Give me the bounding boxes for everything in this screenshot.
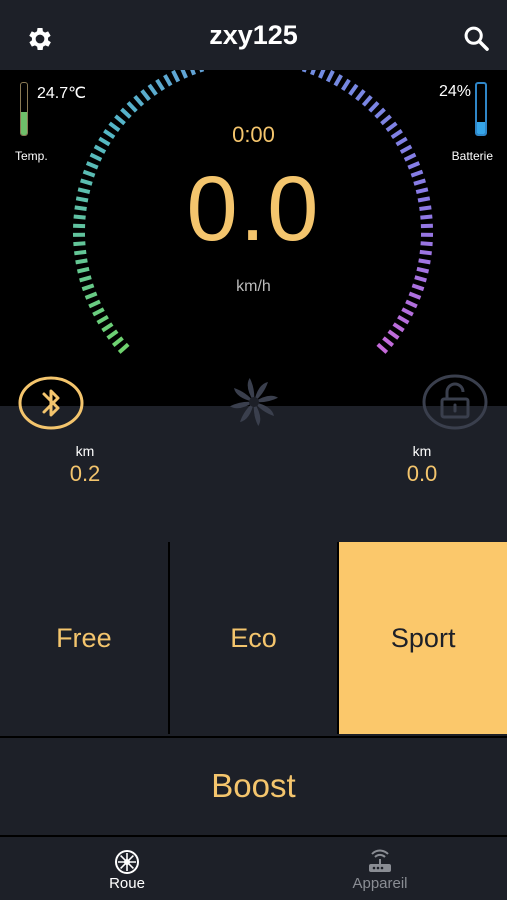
bluetooth-icon[interactable] [18,375,84,431]
gauge-tick [392,322,405,333]
bottom-navigation: Roue Appareil [0,835,507,900]
gauge-tick [106,329,119,340]
search-icon[interactable] [462,24,490,52]
gauge-tick [101,322,114,333]
battery-label: Batterie [451,149,493,163]
gauge-tick [133,94,145,107]
battery-bar [475,82,487,136]
gauge-tick [76,266,90,274]
gauge-tick [199,70,205,73]
gauge-tick [405,299,418,309]
gauge-tick [120,107,132,119]
app-header: zxy125 [0,0,507,70]
temperature-bar [20,82,28,136]
gauge-tick [126,101,138,113]
gauge-tick [403,152,417,162]
gauge-tick [416,266,430,274]
gauge-tick [163,74,173,87]
speed-unit: km/h [236,278,271,295]
gauge-tick [111,336,124,347]
battery-value: 24% [438,83,471,100]
page-title: zxy125 [209,20,298,50]
speed-dashboard: 0:00 0.0 km/h [0,70,507,406]
gauge-tick [361,94,373,107]
gauge-tick [75,258,88,265]
gauge-tick [333,74,343,87]
speed-value: 0.0 [186,158,321,260]
router-icon [369,849,391,872]
gauge-tick [96,314,109,325]
gauge-tick [348,83,359,96]
trip-right-value: 0.0 [406,461,438,486]
gauge-tick [368,101,380,113]
gauge-tick [117,342,130,354]
gauge-tick [376,342,389,354]
gauge-tick [89,152,103,162]
trip-left-value: 0.2 [69,461,101,486]
mode-sport-button[interactable]: Sport [339,542,507,734]
gauge-tick [418,258,431,265]
gauge-tick [310,70,316,76]
trip-left-label: km [75,443,95,459]
gauge-tick [341,78,351,91]
unlock-icon[interactable] [422,373,488,431]
gauge-tick [382,336,395,347]
gauge-tick [180,70,188,79]
nav-item-appareil[interactable]: Appareil [320,837,440,900]
gauge-tick [155,78,165,91]
gauge-tick [171,70,181,83]
ride-timer: 0:00 [232,122,275,147]
nav-label-roue: Roue [109,875,145,892]
gauge-tick [397,314,410,325]
nav-item-roue[interactable]: Roue [67,837,187,900]
gauge-tick [355,89,366,102]
wheel-icon [115,850,139,874]
gauge-tick [318,70,326,79]
gauge-tick [387,329,400,340]
gauge-tick [140,89,151,102]
gauge-tick [374,107,386,119]
gauge-tick [147,83,158,96]
mode-free-button[interactable]: Free [0,542,168,734]
gauge-tick [88,299,101,309]
gauge-tick [190,70,196,76]
nav-label-appareil: Appareil [352,875,408,892]
temperature-value: 24.7℃ [37,85,87,102]
gauge-tick [325,70,335,83]
gauge-tick [92,307,105,317]
fan-icon[interactable] [224,372,284,432]
gauge-tick [301,70,307,73]
mode-eco-button[interactable]: Eco [169,542,338,734]
boost-button[interactable]: Boost [0,736,507,833]
gauge-tick [401,307,414,317]
temperature-label: Temp. [15,149,48,163]
trip-right-label: km [412,443,432,459]
riding-mode-selector: Free Eco Sport [0,542,507,734]
